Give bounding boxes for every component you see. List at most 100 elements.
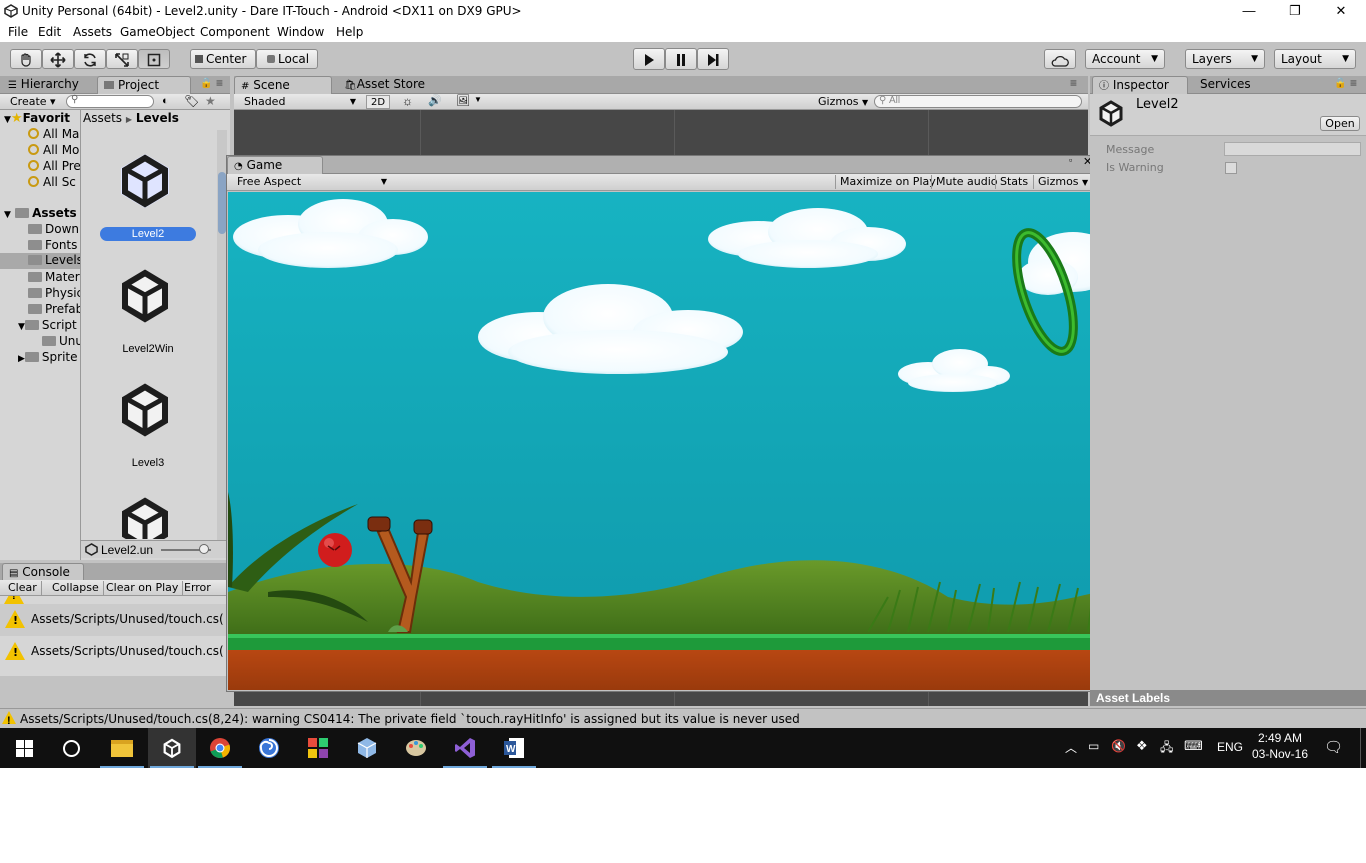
taskbar-app-tiles[interactable]: [294, 728, 342, 768]
2d-toggle-button[interactable]: 2D: [366, 95, 390, 109]
folder-item[interactable]: Down: [28, 222, 79, 236]
chevron-down-icon[interactable]: ▼: [474, 95, 482, 104]
scene-gizmos-dropdown[interactable]: Gizmos ▼: [814, 95, 872, 109]
breadcrumb-assets[interactable]: Assets: [83, 111, 122, 125]
console-collapse-button[interactable]: Collapse: [48, 581, 104, 595]
panel-menu-icon[interactable]: ≡: [1070, 76, 1077, 90]
scale-tool-button[interactable]: [106, 49, 138, 69]
taskbar-word[interactable]: W: [490, 728, 538, 768]
folder-item[interactable]: Fonts: [28, 238, 77, 252]
panel-menu-icon[interactable]: ≡: [216, 76, 223, 90]
tab-project[interactable]: Project: [97, 76, 191, 94]
maximize-panel-icon[interactable]: ▫: [1069, 155, 1072, 165]
scrollbar-thumb[interactable]: [218, 172, 226, 234]
menu-edit[interactable]: Edit: [38, 25, 61, 39]
pivot-local-button[interactable]: Local: [256, 49, 318, 69]
maximize-on-play-toggle[interactable]: Maximize on Play: [835, 175, 940, 189]
close-button[interactable]: ✕: [1318, 0, 1364, 22]
collab-cloud-button[interactable]: [1044, 49, 1076, 69]
move-tool-button[interactable]: [42, 49, 74, 69]
menu-component[interactable]: Component: [200, 25, 270, 39]
favorite-item[interactable]: All Sc: [28, 175, 76, 189]
network-icon[interactable]: 🖧: [1160, 738, 1173, 759]
taskbar-app-cube[interactable]: [343, 728, 391, 768]
tab-console[interactable]: ▤ Console: [2, 563, 84, 581]
audio-icon[interactable]: 🔊: [428, 94, 442, 107]
effects-icon[interactable]: 🖼: [456, 94, 470, 107]
scene-search-input[interactable]: ⚲ All: [874, 95, 1082, 108]
tray-overflow-icon[interactable]: ︿: [1065, 739, 1077, 756]
is-warning-checkbox[interactable]: [1225, 162, 1237, 174]
stats-toggle[interactable]: Stats: [995, 175, 1032, 189]
asset-item[interactable]: Level2: [99, 140, 199, 241]
aspect-dropdown[interactable]: Free Aspect ▼: [233, 175, 389, 189]
console-clear-on-play-button[interactable]: Clear on Play: [102, 581, 184, 595]
tab-services[interactable]: Services: [1194, 76, 1274, 94]
rotate-tool-button[interactable]: [74, 49, 106, 69]
status-bar[interactable]: Assets/Scripts/Unused/touch.cs(8,24): wa…: [0, 708, 1366, 728]
step-button[interactable]: [697, 48, 729, 70]
tab-inspector[interactable]: ⓘ Inspector: [1092, 76, 1188, 94]
pause-button[interactable]: [665, 48, 697, 70]
clock[interactable]: 2:49 AM 03-Nov-16: [1250, 731, 1310, 761]
start-button[interactable]: [0, 728, 48, 768]
tab-scene[interactable]: # Scene: [234, 76, 332, 94]
folder-item[interactable]: Prefab: [28, 302, 83, 316]
message-field[interactable]: [1224, 142, 1361, 156]
tray-device-icon[interactable]: ▭: [1088, 739, 1099, 753]
folder-item[interactable]: Physic: [28, 286, 83, 300]
lock-icon[interactable]: 🔒: [200, 78, 212, 89]
favorite-item[interactable]: All Pre: [28, 159, 81, 173]
tab-game[interactable]: ◔ Game: [227, 156, 323, 174]
taskbar-chrome[interactable]: [196, 728, 244, 768]
volume-muted-icon[interactable]: 🔇: [1111, 739, 1126, 753]
open-button[interactable]: Open: [1320, 116, 1360, 131]
console-entry[interactable]: Assets/Scripts/Unused/touch.cs(: [0, 636, 226, 668]
taskbar-app-paint[interactable]: [392, 728, 440, 768]
folder-item-selected[interactable]: Levels: [0, 253, 83, 269]
breadcrumb-levels[interactable]: Levels: [136, 111, 179, 125]
taskbar-file-explorer[interactable]: [98, 728, 146, 768]
favorites-section[interactable]: ▼★Favorit: [4, 111, 70, 126]
pivot-center-button[interactable]: Center: [190, 49, 256, 69]
minimize-button[interactable]: —: [1226, 0, 1272, 22]
hand-tool-button[interactable]: [10, 49, 42, 69]
asset-item[interactable]: [99, 483, 199, 539]
shading-mode-dropdown[interactable]: Shaded ▼: [240, 95, 358, 109]
favorites-star-icon[interactable]: ★: [205, 94, 216, 108]
folder-item[interactable]: Unu: [42, 334, 83, 348]
cortana-button[interactable]: [48, 728, 96, 768]
taskbar-visual-studio[interactable]: [441, 728, 489, 768]
show-desktop-button[interactable]: [1360, 728, 1366, 768]
folder-item[interactable]: ▶ Sprite: [18, 350, 78, 364]
menu-gameobject[interactable]: GameObject: [120, 25, 195, 39]
panel-menu-icon[interactable]: ≡: [1350, 76, 1357, 90]
layout-dropdown[interactable]: Layout ▼: [1274, 49, 1356, 69]
favorite-item[interactable]: All Ma: [28, 127, 79, 141]
console-error-pause-button[interactable]: Error Pa: [180, 581, 226, 607]
tab-hierarchy[interactable]: ☰ Hierarchy: [2, 76, 94, 94]
slider-handle[interactable]: [199, 544, 209, 554]
language-indicator[interactable]: ENG: [1217, 740, 1243, 754]
filter-by-label-icon[interactable]: 🏷: [184, 94, 199, 108]
menu-assets[interactable]: Assets: [73, 25, 112, 39]
asset-item[interactable]: Level2Win: [99, 255, 199, 355]
create-button[interactable]: Create ▾: [6, 95, 60, 109]
game-render[interactable]: [228, 192, 1097, 690]
game-gizmos-dropdown[interactable]: Gizmos ▼: [1033, 175, 1092, 189]
menu-help[interactable]: Help: [336, 25, 363, 39]
notifications-icon[interactable]: 🗨: [1324, 738, 1343, 756]
console-clear-button[interactable]: Clear: [4, 581, 42, 595]
menu-file[interactable]: File: [8, 25, 28, 39]
account-dropdown[interactable]: Account ▼: [1085, 49, 1165, 69]
folder-item[interactable]: Mater: [28, 270, 80, 284]
project-search-input[interactable]: ⚲: [66, 94, 154, 108]
rect-tool-button[interactable]: [138, 49, 170, 69]
keyboard-icon[interactable]: ⌨: [1184, 738, 1203, 754]
layers-dropdown[interactable]: Layers ▼: [1185, 49, 1265, 69]
favorite-item[interactable]: All Mo: [28, 143, 79, 157]
maximize-button[interactable]: ❐: [1272, 0, 1318, 22]
console-entry[interactable]: Assets/Scripts/Unused/touch.cs(: [0, 604, 226, 636]
menu-window[interactable]: Window: [277, 25, 324, 39]
filter-by-type-icon[interactable]: ◐: [162, 95, 169, 107]
